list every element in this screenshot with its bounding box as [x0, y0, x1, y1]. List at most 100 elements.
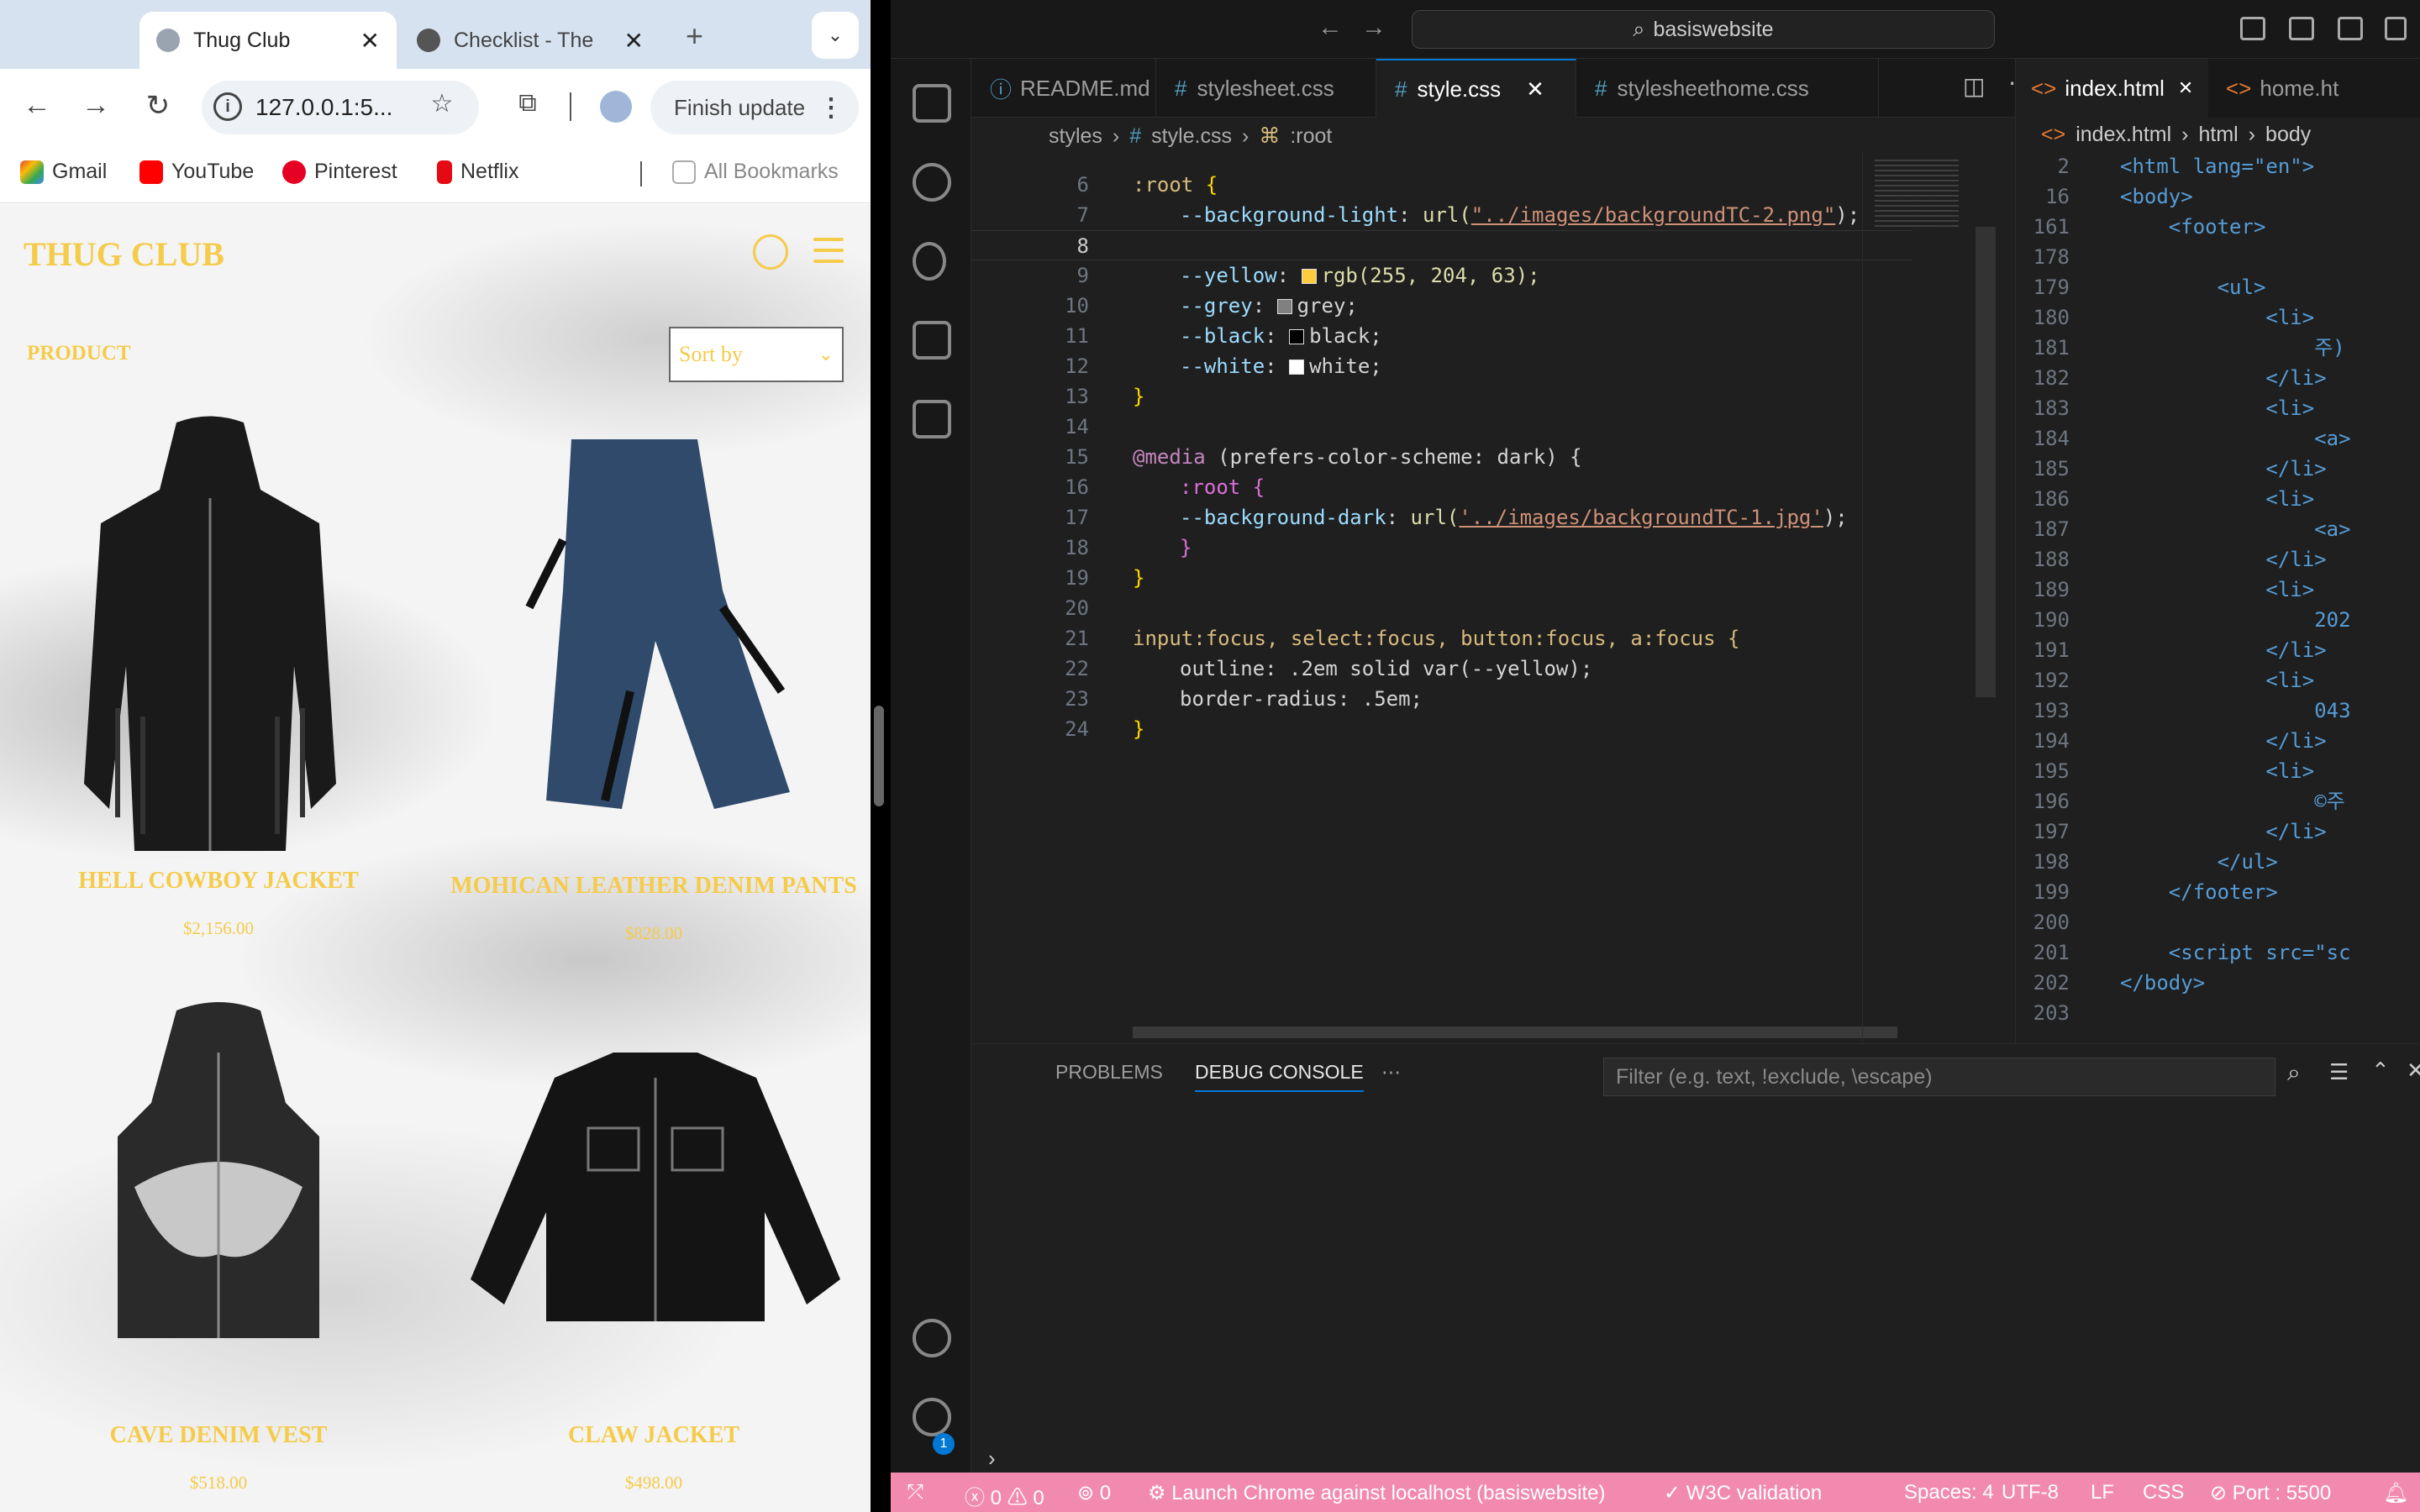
- color-swatch[interactable]: [1276, 299, 1292, 314]
- explorer-icon[interactable]: [913, 84, 951, 123]
- close-icon[interactable]: ✕: [1526, 76, 1544, 102]
- theme-toggle-icon[interactable]: [753, 234, 788, 270]
- finish-update-button[interactable]: Finish update ⋮: [650, 81, 859, 134]
- tab-readme[interactable]: ⓘ README.md: [971, 59, 1156, 118]
- product-name[interactable]: MOHICAN LEATHER DENIM PANTS: [437, 873, 871, 900]
- close-icon[interactable]: ✕: [360, 27, 380, 55]
- color-swatch[interactable]: [1289, 360, 1305, 375]
- ports-indicator[interactable]: ⊚ 0: [1077, 1481, 1111, 1505]
- tab-problems[interactable]: PROBLEMS: [1055, 1061, 1163, 1084]
- hamburger-menu-icon[interactable]: [813, 238, 844, 263]
- tab-thug-club[interactable]: Thug Club ✕: [139, 12, 397, 69]
- minimap[interactable]: [1862, 151, 1996, 1042]
- bookmark-netflix[interactable]: Netflix: [437, 160, 518, 184]
- product-price: $498.00: [624, 1473, 683, 1493]
- tab-debug-console[interactable]: DEBUG CONSOLE: [1195, 1061, 1364, 1092]
- breadcrumb-item[interactable]: style.css: [1151, 124, 1232, 149]
- all-bookmarks[interactable]: All Bookmarks: [672, 160, 839, 184]
- indentation[interactable]: Spaces: 4: [1904, 1481, 1994, 1504]
- product-name[interactable]: CAVE DENIM VEST: [34, 1422, 403, 1449]
- more-panels-icon[interactable]: ⋯: [1381, 1061, 1401, 1084]
- horizontal-scrollbar[interactable]: [1133, 1026, 1897, 1038]
- tab-style-css[interactable]: # style.css ✕: [1376, 59, 1576, 118]
- tab-home-html[interactable]: <> home.ht: [2211, 59, 2354, 118]
- bookmark-youtube[interactable]: YouTube: [139, 160, 254, 184]
- language-mode[interactable]: CSS: [2143, 1481, 2184, 1504]
- problems-indicator[interactable]: ⓧ 0 ⚠ 0: [965, 1481, 1044, 1510]
- source-control-icon[interactable]: [913, 242, 946, 281]
- run-debug-icon[interactable]: [913, 321, 951, 360]
- search-icon[interactable]: ⌕: [2287, 1059, 2301, 1087]
- w3c-validation[interactable]: ✓ W3C validation: [1664, 1481, 1822, 1505]
- nav-forward-icon[interactable]: →: [1361, 13, 1386, 42]
- kebab-menu-icon[interactable]: ⋮: [818, 93, 844, 123]
- tab-stylesheethome[interactable]: # stylesheethome.css: [1576, 59, 1879, 118]
- product-image-claw-jacket[interactable]: [454, 1044, 857, 1347]
- split-editor-icon[interactable]: ◫: [1963, 72, 1985, 100]
- window-split-handle[interactable]: [874, 706, 884, 806]
- search-icon[interactable]: [913, 163, 951, 202]
- bookmark-pinterest[interactable]: Pinterest: [282, 160, 397, 184]
- close-icon[interactable]: ✕: [624, 27, 644, 55]
- code-line: 7 --background-light: url("../images/back…: [1076, 203, 1860, 227]
- product-image-cave-denim-vest[interactable]: [101, 1002, 336, 1355]
- back-icon[interactable]: ←: [20, 89, 54, 122]
- secondary-editor[interactable]: <> index.html ✕ <> home.ht <> index.html › ht…: [2015, 59, 2420, 1043]
- breadcrumb-item[interactable]: styles: [1049, 124, 1102, 149]
- color-swatch[interactable]: [1301, 269, 1317, 284]
- nav-back-icon[interactable]: ←: [1318, 13, 1343, 42]
- vertical-scrollbar[interactable]: [1975, 227, 1996, 697]
- line-text: </li>: [2120, 457, 2327, 480]
- forward-icon[interactable]: →: [79, 89, 113, 122]
- profile-avatar[interactable]: [600, 91, 632, 123]
- launch-config[interactable]: ⚙ Launch Chrome against localhost (basis…: [1148, 1481, 1605, 1505]
- console-filter-input[interactable]: Filter (e.g. text, !exclude, \escape): [1603, 1058, 2275, 1096]
- toggle-panel-icon[interactable]: [2289, 17, 2314, 40]
- settings-gear-icon[interactable]: [913, 1398, 951, 1436]
- color-swatch[interactable]: [1289, 329, 1305, 344]
- end-of-line[interactable]: LF: [2091, 1481, 2114, 1504]
- bookmark-gmail[interactable]: Gmail: [20, 160, 107, 184]
- clear-console-icon[interactable]: ☰: [2329, 1059, 2349, 1085]
- command-center[interactable]: ⌕ basiswebsite: [1412, 10, 1995, 49]
- code-line: 161 <footer>: [2016, 212, 2420, 242]
- breadcrumb-item[interactable]: html: [2198, 123, 2238, 147]
- product-name[interactable]: CLAW JACKET: [437, 1422, 871, 1449]
- reload-icon[interactable]: ↻: [141, 89, 175, 123]
- breadcrumb-item[interactable]: :root: [1290, 124, 1332, 149]
- toggle-secondary-sidebar-icon[interactable]: [2338, 17, 2363, 40]
- tab-stylesheet[interactable]: # stylesheet.css: [1156, 59, 1376, 118]
- site-info-icon[interactable]: i: [213, 92, 242, 121]
- tab-index-html[interactable]: <> index.html ✕: [2016, 59, 2209, 118]
- toggle-sidebar-icon[interactable]: [2240, 17, 2265, 40]
- sort-select[interactable]: Sort by ⌄: [669, 327, 844, 382]
- notifications-icon[interactable]: 🔔︎: [2383, 1481, 2408, 1505]
- new-tab-button[interactable]: +: [686, 18, 703, 54]
- breadcrumb-item[interactable]: body: [2265, 123, 2311, 147]
- accessibility-icon: [417, 29, 440, 52]
- customize-layout-icon[interactable]: [2385, 17, 2407, 40]
- code-editor[interactable]: 6:root { 7 --background-light: url("../im…: [971, 153, 1912, 1043]
- star-icon[interactable]: ☆: [425, 89, 459, 118]
- encoding[interactable]: UTF-8: [2002, 1481, 2059, 1504]
- remote-icon[interactable]: ⤱: [908, 1481, 923, 1504]
- tab-title: Checklist - The: [454, 28, 594, 52]
- extensions-icon[interactable]: ⧉: [511, 89, 544, 118]
- tab-search-button[interactable]: ⌄: [812, 12, 859, 59]
- console-prompt-icon[interactable]: ›: [988, 1446, 996, 1472]
- product-image-mohican-pants[interactable]: [513, 439, 815, 826]
- product-name[interactable]: HELL COWBOY JACKET: [34, 868, 403, 895]
- close-icon[interactable]: ✕: [2178, 77, 2193, 99]
- account-icon[interactable]: [913, 1319, 951, 1357]
- line-number: 190: [2033, 608, 2070, 632]
- site-logo[interactable]: THUG CLUB: [24, 234, 224, 274]
- maximize-panel-icon[interactable]: ⌃: [2371, 1058, 2390, 1084]
- live-server-port[interactable]: ⊘ Port : 5500: [2210, 1481, 2331, 1505]
- breadcrumb-item[interactable]: index.html: [2075, 123, 2171, 147]
- code-line: 181 주): [2016, 333, 2420, 363]
- line-number: 180: [2033, 306, 2070, 329]
- tab-checklist[interactable]: Checklist - The ✕: [400, 12, 660, 69]
- extensions-icon[interactable]: [913, 400, 951, 438]
- product-image-hell-cowboy-jacket[interactable]: [67, 414, 353, 885]
- close-panel-icon[interactable]: ✕: [2407, 1058, 2420, 1084]
